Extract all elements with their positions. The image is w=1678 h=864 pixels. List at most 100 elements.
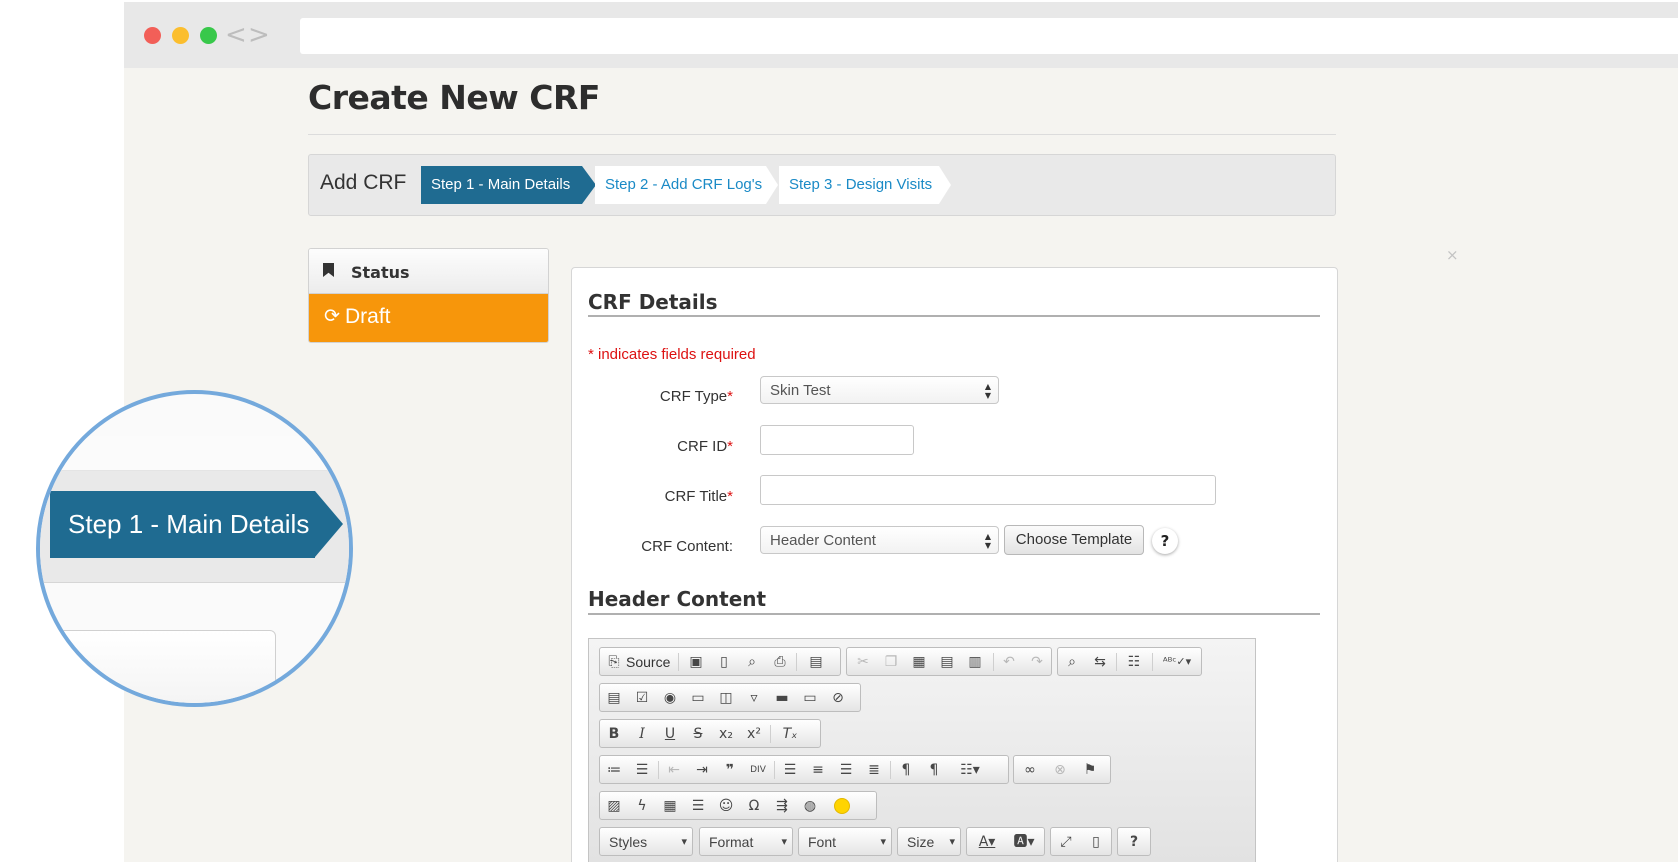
hidden-field-icon[interactable]: ⊘: [826, 687, 850, 709]
cut-icon[interactable]: ✂: [851, 651, 875, 673]
source-button[interactable]: Source: [626, 651, 670, 673]
crf-content-select[interactable]: Header Content ▲ ▼: [760, 526, 999, 554]
form-icon[interactable]: ▤: [602, 687, 626, 709]
rtl-icon[interactable]: ¶: [922, 759, 946, 781]
crf-id-input[interactable]: [760, 425, 914, 455]
paste-text-icon[interactable]: ▤: [935, 651, 959, 673]
checkbox-icon[interactable]: ☑: [630, 687, 654, 709]
wizard-step-1[interactable]: Step 1 - Main Details: [421, 166, 596, 204]
crf-content-label: CRF Content:: [641, 538, 733, 555]
magnifier-status-panel: [40, 630, 276, 703]
show-blocks-icon[interactable]: ▯: [1084, 831, 1108, 853]
format-dropdown[interactable]: Format: [700, 830, 792, 854]
ltr-icon[interactable]: ¶: [894, 759, 918, 781]
bg-color-icon[interactable]: 🅰▾: [1007, 831, 1041, 853]
paste-word-icon[interactable]: ▥: [963, 651, 987, 673]
redo-icon[interactable]: ↷: [1025, 651, 1049, 673]
crf-id-label-text: CRF ID: [677, 438, 728, 455]
back-arrow-icon[interactable]: <: [225, 20, 247, 50]
language-icon[interactable]: ☷▾: [952, 759, 988, 781]
source-icon[interactable]: ⎘: [602, 651, 626, 673]
minimize-window-icon[interactable]: [172, 27, 189, 44]
text-field-icon[interactable]: ▭: [686, 687, 710, 709]
emoticon-icon[interactable]: ☺: [714, 795, 738, 817]
undo-icon[interactable]: ↶: [997, 651, 1021, 673]
align-center-icon[interactable]: ≡: [806, 759, 830, 781]
anchor-flag-icon[interactable]: ⚑: [1078, 759, 1102, 781]
crf-type-label: CRF Type*: [566, 388, 733, 405]
superscript-icon[interactable]: x²: [742, 723, 766, 745]
status-header: Status: [309, 249, 548, 294]
numbered-list-icon[interactable]: ≔: [602, 759, 626, 781]
size-dropdown[interactable]: Size: [898, 830, 960, 854]
styles-dropdown[interactable]: Styles: [600, 830, 692, 854]
align-left-icon[interactable]: ☰: [778, 759, 802, 781]
remove-format-icon[interactable]: Tₓ: [778, 723, 802, 745]
button-field-icon[interactable]: ▬: [770, 687, 794, 709]
textarea-icon[interactable]: ◫: [714, 687, 738, 709]
align-right-icon[interactable]: ☰: [834, 759, 858, 781]
close-window-icon[interactable]: [144, 27, 161, 44]
new-page-icon[interactable]: ▯: [712, 651, 736, 673]
subscript-icon[interactable]: x₂: [714, 723, 738, 745]
wizard-step-3[interactable]: Step 3 - Design Visits: [779, 166, 951, 204]
font-dropdown[interactable]: Font: [799, 830, 891, 854]
crf-type-select[interactable]: Skin Test ▲ ▼: [760, 376, 999, 404]
maximize-window-icon[interactable]: [200, 27, 217, 44]
crf-title-input[interactable]: [760, 475, 1216, 505]
text-color-icon[interactable]: A▾: [971, 831, 1003, 853]
copy-icon[interactable]: ❐: [879, 651, 903, 673]
find-icon[interactable]: ⌕: [1060, 651, 1084, 673]
underline-icon[interactable]: U: [658, 723, 682, 745]
bulleted-list-icon[interactable]: ☰: [630, 759, 654, 781]
yellow-dot-icon[interactable]: [834, 798, 850, 814]
close-icon[interactable]: ×: [1446, 246, 1459, 264]
forward-arrow-icon[interactable]: >: [248, 20, 270, 50]
div-container-icon[interactable]: DIV: [746, 759, 770, 781]
refresh-icon: ⟳: [324, 305, 340, 327]
help-button[interactable]: ?: [1152, 528, 1178, 554]
outdent-icon[interactable]: ⇤: [662, 759, 686, 781]
iframe-globe-icon[interactable]: ◍: [798, 795, 822, 817]
save-icon[interactable]: ▣: [684, 651, 708, 673]
toolbar-group-editing: ⌕ ⇆ ☷ ᴬᴮᶜ✓▾: [1057, 647, 1202, 676]
strike-icon[interactable]: S: [686, 723, 710, 745]
horizontal-line-icon[interactable]: ☰: [686, 795, 710, 817]
radio-icon[interactable]: ◉: [658, 687, 682, 709]
about-help-icon[interactable]: ?: [1122, 831, 1146, 853]
table-icon[interactable]: ▦: [658, 795, 682, 817]
required-marker: *: [727, 388, 733, 405]
templates-icon[interactable]: ▤: [804, 651, 828, 673]
unlink-icon[interactable]: ⊗: [1048, 759, 1072, 781]
special-char-icon[interactable]: Ω: [742, 795, 766, 817]
required-marker: *: [727, 438, 733, 455]
image-button-icon[interactable]: ▭: [798, 687, 822, 709]
preview-icon[interactable]: ⌕: [740, 651, 764, 673]
header-content-title: Header Content: [588, 587, 767, 611]
crf-details-divider: [588, 315, 1320, 317]
choose-template-button[interactable]: Choose Template: [1004, 525, 1144, 555]
wizard-step-2[interactable]: Step 2 - Add CRF Log's: [595, 166, 778, 204]
select-field-icon[interactable]: ▿: [742, 687, 766, 709]
justify-icon[interactable]: ≣: [862, 759, 886, 781]
toolbar-group-document: ⎘ Source ▣ ▯ ⌕ ⎙ ▤: [599, 647, 841, 676]
print-icon[interactable]: ⎙: [768, 651, 792, 673]
styles-combo-wrap: Styles: [599, 827, 693, 856]
select-all-icon[interactable]: ☷: [1122, 651, 1146, 673]
paste-icon[interactable]: ▦: [907, 651, 931, 673]
italic-icon[interactable]: I: [630, 723, 654, 745]
image-icon[interactable]: ▨: [602, 795, 626, 817]
indent-icon[interactable]: ⇥: [690, 759, 714, 781]
address-bar[interactable]: [300, 18, 1678, 54]
flash-icon[interactable]: ϟ: [630, 795, 654, 817]
required-note: * indicates fields required: [588, 346, 756, 363]
bold-icon[interactable]: B: [602, 723, 626, 745]
maximize-icon[interactable]: ⤢: [1054, 831, 1078, 853]
link-icon[interactable]: ∞: [1018, 759, 1042, 781]
replace-icon[interactable]: ⇆: [1088, 651, 1112, 673]
spellcheck-icon[interactable]: ᴬᴮᶜ✓▾: [1158, 651, 1196, 673]
toolbar-group-about: ?: [1117, 827, 1151, 856]
wizard-bar: Add CRF Step 1 - Main Details Step 2 - A…: [308, 154, 1336, 216]
page-break-icon[interactable]: ⇶: [770, 795, 794, 817]
blockquote-icon[interactable]: ❞: [718, 759, 742, 781]
